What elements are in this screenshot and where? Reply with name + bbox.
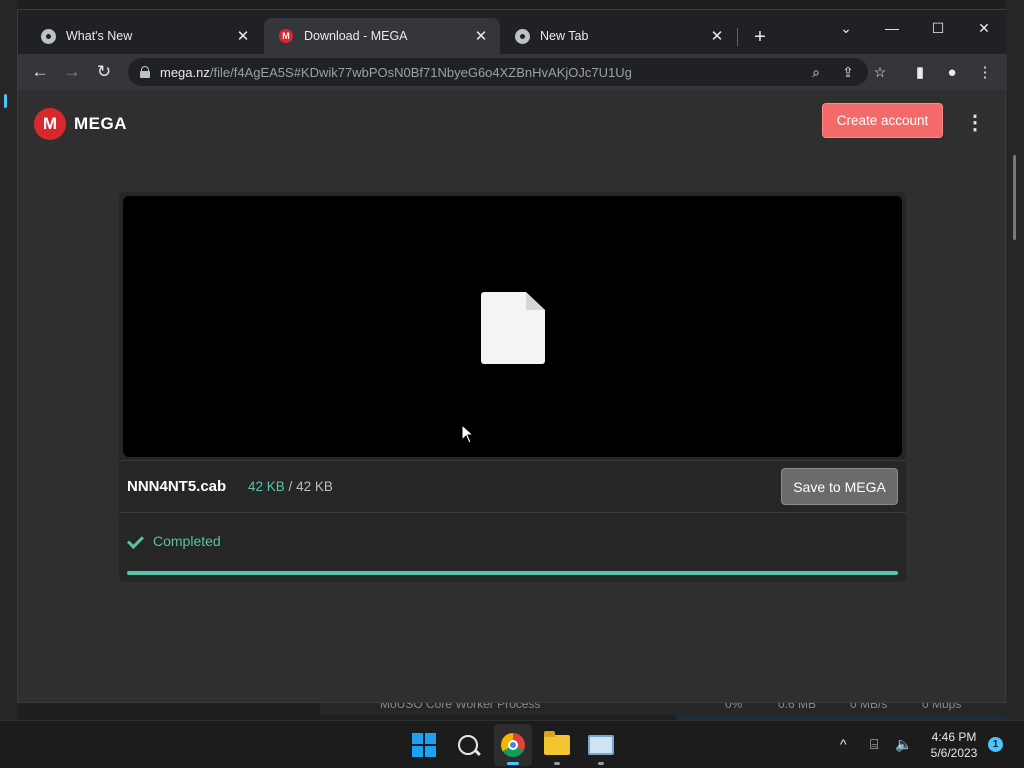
- file-preview: [123, 196, 902, 457]
- background-nav-accent: [4, 94, 7, 108]
- url-path: /file/f4AgEA5S#KDwik77wbPOsN0Bf71NbyeG6o…: [209, 64, 632, 80]
- download-status: Completed: [127, 533, 221, 549]
- tab-title: What's New: [66, 29, 133, 43]
- clock-time: 4:46 PM: [931, 730, 977, 744]
- background-window-right: [1006, 0, 1024, 720]
- mega-logo[interactable]: M MEGA: [34, 108, 127, 140]
- back-button[interactable]: ←: [28, 60, 52, 84]
- tab-download-mega[interactable]: M Download - MEGA ✕: [264, 18, 500, 54]
- tab-title: New Tab: [540, 29, 589, 43]
- browser-toolbar: ← → ↻ mega.nz/file/f4AgEA5S#KDwik77wbPOs…: [18, 54, 1007, 90]
- background-window-left: [0, 0, 17, 720]
- search-icon: [458, 735, 478, 755]
- running-indicator: [507, 762, 519, 765]
- file-size: 42 KB / 42 KB: [248, 479, 333, 494]
- notification-badge[interactable]: 1: [988, 737, 1003, 752]
- downloaded-size: 42 KB: [248, 479, 285, 494]
- show-hidden-icons-chevron-icon[interactable]: ^: [840, 733, 847, 755]
- mouse-cursor-icon: [461, 424, 475, 444]
- total-size: 42 KB: [296, 479, 333, 494]
- running-indicator: [554, 762, 560, 765]
- mega-favicon-icon: M: [278, 28, 294, 44]
- taskbar-chrome-button[interactable]: [498, 730, 528, 765]
- new-tab-button[interactable]: +: [749, 26, 771, 48]
- file-fold-corner: [526, 292, 545, 310]
- reload-button[interactable]: ↻: [92, 60, 116, 84]
- background-scrollbar-thumb[interactable]: [1013, 155, 1016, 240]
- close-icon[interactable]: ✕: [234, 27, 252, 45]
- taskbar: ^ ⌸ 🔈 4:46 PM 5/6/2023 1: [0, 720, 1024, 768]
- system-clock[interactable]: 4:46 PM 5/6/2023: [924, 729, 984, 761]
- minimize-button[interactable]: —: [869, 14, 915, 42]
- close-icon[interactable]: ✕: [708, 27, 726, 45]
- file-name: NNN4NT5.cab: [127, 478, 227, 495]
- lock-icon[interactable]: [140, 66, 150, 78]
- browser-window: What's New ✕ M Download - MEGA ✕ New Tab…: [17, 9, 1007, 703]
- mega-logo-text: MEGA: [74, 114, 127, 133]
- close-icon[interactable]: ✕: [472, 27, 490, 45]
- create-account-button[interactable]: Create account: [822, 103, 943, 138]
- tab-new-tab[interactable]: New Tab ✕: [500, 18, 736, 54]
- mega-page: M MEGA Create account ⋮ NNN4NT5.cab 42 K…: [18, 90, 1005, 702]
- chrome-icon: [501, 733, 525, 757]
- taskbar-task-manager-button[interactable]: [586, 730, 616, 765]
- status-text: Completed: [153, 533, 221, 549]
- folder-icon: [544, 731, 570, 755]
- profile-icon[interactable]: ●: [940, 60, 964, 84]
- start-button[interactable]: [409, 730, 439, 760]
- side-panel-icon[interactable]: ▮: [908, 60, 932, 84]
- network-icon[interactable]: ⌸: [870, 733, 878, 755]
- forward-button[interactable]: →: [60, 60, 84, 84]
- url-text[interactable]: mega.nz/file/f4AgEA5S#KDwik77wbPOsN0Bf71…: [160, 65, 632, 80]
- divider: [119, 512, 906, 513]
- save-to-mega-button[interactable]: Save to MEGA: [781, 468, 898, 505]
- close-window-button[interactable]: ✕: [961, 14, 1007, 42]
- url-host: mega.nz: [160, 64, 210, 80]
- tab-separator: [737, 28, 738, 46]
- checkmark-icon: [127, 534, 145, 548]
- tab-whats-new[interactable]: What's New ✕: [26, 18, 262, 54]
- volume-icon[interactable]: 🔈: [895, 733, 912, 755]
- tab-strip: What's New ✕ M Download - MEGA ✕ New Tab…: [18, 10, 1007, 54]
- taskbar-file-explorer-button[interactable]: [542, 730, 572, 765]
- task-manager-icon: [588, 735, 614, 755]
- size-separator: /: [288, 479, 293, 494]
- share-icon[interactable]: ⇪: [838, 62, 858, 82]
- more-options-icon[interactable]: ⋮: [965, 111, 985, 134]
- mega-logo-icon: M: [34, 108, 66, 140]
- clock-date: 5/6/2023: [930, 746, 978, 760]
- chrome-icon: [40, 28, 56, 44]
- tab-title: Download - MEGA: [304, 29, 408, 43]
- bookmark-star-icon[interactable]: ☆: [870, 62, 890, 82]
- divider: [119, 460, 906, 461]
- download-card: NNN4NT5.cab 42 KB / 42 KB Save to MEGA C…: [119, 192, 906, 582]
- download-progress-bar: [127, 571, 898, 575]
- taskbar-search-button[interactable]: [453, 730, 483, 760]
- progress-fill: [127, 571, 898, 575]
- tab-search-dropdown-icon[interactable]: ⌄: [823, 14, 869, 42]
- address-bar[interactable]: mega.nz/file/f4AgEA5S#KDwik77wbPOsN0Bf71…: [128, 58, 886, 86]
- maximize-button[interactable]: ☐: [915, 14, 961, 42]
- browser-menu-icon[interactable]: ⋮: [973, 60, 997, 84]
- running-indicator: [598, 762, 604, 765]
- zoom-icon[interactable]: ⌕: [806, 62, 826, 82]
- windows-logo-icon: [412, 733, 436, 757]
- chrome-icon: [514, 28, 530, 44]
